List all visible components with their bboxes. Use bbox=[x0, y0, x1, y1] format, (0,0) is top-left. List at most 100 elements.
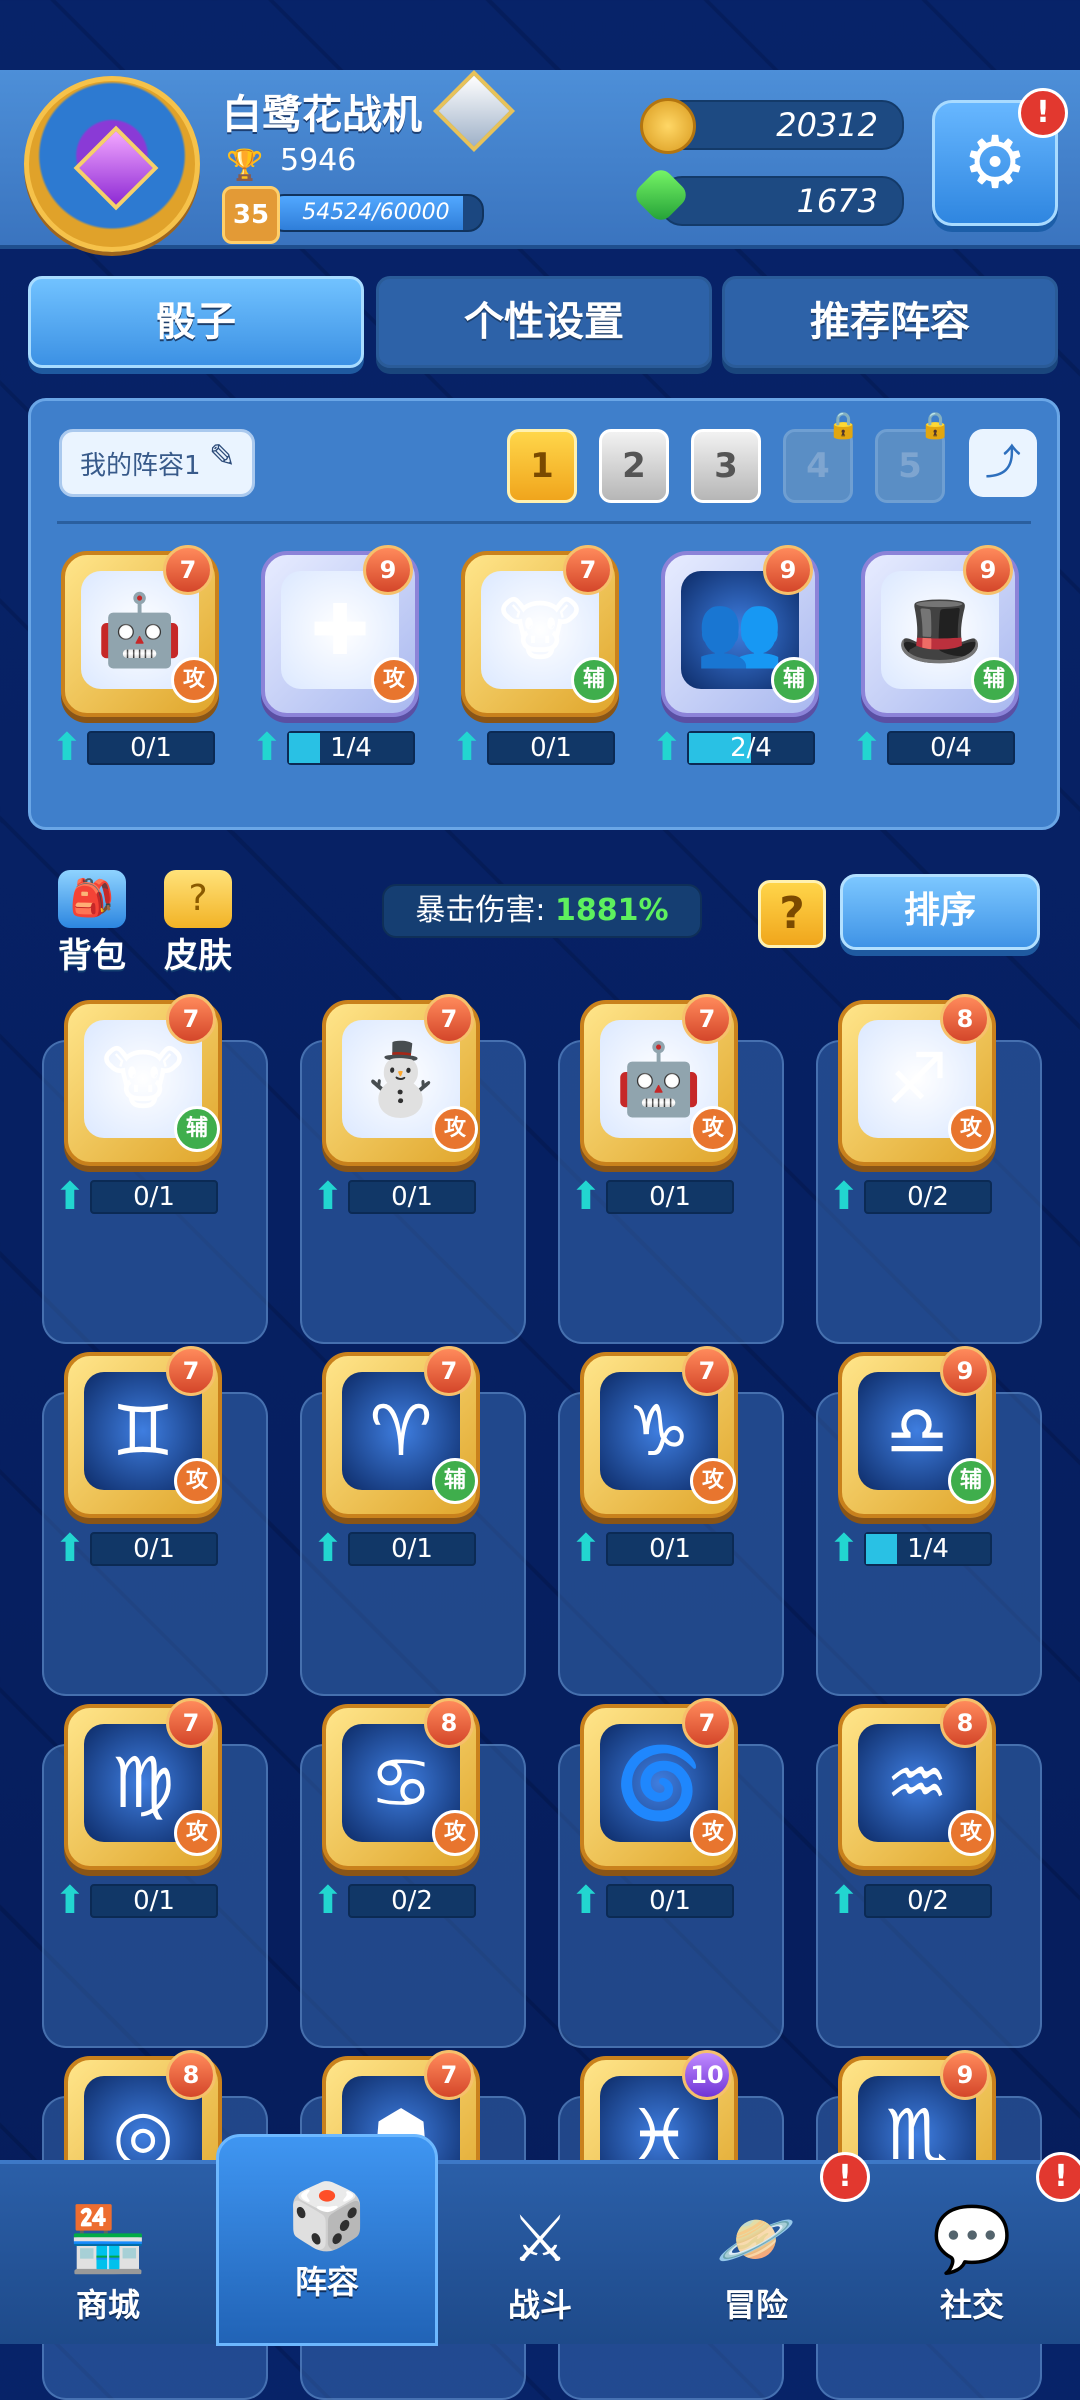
dice-card[interactable]: ✚ 9 攻 ⬆ 1/4 bbox=[251, 545, 419, 769]
deck-panel: 我的阵容1 ✎ 1 2 3 4 🔒 5 🔒 ⤴ 🤖 7 攻 ⬆ 0/1 ✚ 9 攻 ⬆ 1/4 🐮 7… bbox=[28, 398, 1060, 830]
dice-frame: 🎩 9 辅 bbox=[861, 545, 1019, 717]
upgrade-progress-text: 0/1 bbox=[391, 1534, 433, 1564]
dice-card[interactable]: 🤖 7 攻 ⬆ 0/1 bbox=[51, 545, 219, 769]
upgrade-progress-bar: 0/4 bbox=[887, 731, 1015, 765]
dice-level-badge: 7 bbox=[563, 545, 613, 595]
share-button[interactable]: ⤴ bbox=[969, 429, 1037, 497]
dice-card[interactable]: 🎩 9 辅 ⬆ 0/4 bbox=[851, 545, 1019, 769]
upgrade-progress-text: 0/1 bbox=[133, 1886, 175, 1916]
dice-frame: ♑ 7 攻 bbox=[580, 1346, 738, 1518]
dice-card[interactable]: 🐮 7 辅 ⬆ 0/1 bbox=[54, 994, 222, 1218]
dice-card[interactable]: ♒ 8 攻 ⬆ 0/2 bbox=[828, 1698, 996, 1922]
nav-shop[interactable]: 🏪 商城 bbox=[0, 2160, 216, 2340]
gem-amount: 1673 bbox=[796, 182, 878, 220]
dice-level-badge: 7 bbox=[424, 2050, 474, 2100]
upgrade-progress: ⬆ 0/1 bbox=[51, 725, 219, 769]
upgrade-progress-text: 0/1 bbox=[530, 733, 572, 763]
skin-button[interactable]: ? 皮肤 bbox=[158, 870, 238, 976]
upgrade-arrow-icon: ⬆ bbox=[828, 1878, 860, 1922]
upgrade-arrow-icon: ⬆ bbox=[312, 1878, 344, 1922]
dice-frame: ♋ 8 攻 bbox=[322, 1698, 480, 1870]
tab-dice[interactable]: 骰子 bbox=[28, 276, 364, 368]
dice-card[interactable]: 👥 9 辅 ⬆ 2/4 bbox=[651, 545, 819, 769]
upgrade-progress-text: 2/4 bbox=[730, 733, 772, 763]
crit-damage-display: 暴击伤害: 1881% bbox=[382, 884, 702, 938]
upgrade-progress-text: 0/2 bbox=[391, 1886, 433, 1916]
dice-card[interactable]: ♑ 7 攻 ⬆ 0/1 bbox=[570, 1346, 738, 1570]
upgrade-progress-bar: 0/1 bbox=[90, 1532, 218, 1566]
dice-frame: ♊ 7 攻 bbox=[64, 1346, 222, 1518]
upgrade-progress-text: 0/1 bbox=[649, 1534, 691, 1564]
dice-role-badge: 攻 bbox=[171, 657, 217, 703]
upgrade-progress: ⬆ 0/1 bbox=[312, 1174, 480, 1218]
dice-frame: ♒ 8 攻 bbox=[838, 1698, 996, 1870]
dice-card[interactable]: ⛄ 7 攻 ⬆ 0/1 bbox=[312, 994, 480, 1218]
dice-card[interactable]: ♍ 7 攻 ⬆ 0/1 bbox=[54, 1698, 222, 1922]
dice-level-badge: 8 bbox=[940, 994, 990, 1044]
dice-card[interactable]: ♊ 7 攻 ⬆ 0/1 bbox=[54, 1346, 222, 1570]
crit-damage-label: 暴击伤害: bbox=[415, 893, 546, 928]
dice-role-badge: 辅 bbox=[948, 1458, 994, 1504]
help-button[interactable]: ? bbox=[758, 880, 826, 948]
upgrade-progress: ⬆ 0/2 bbox=[828, 1878, 996, 1922]
deck-slot-1[interactable]: 1 bbox=[507, 429, 577, 503]
upgrade-arrow-icon: ⬆ bbox=[251, 725, 283, 769]
upgrade-arrow-icon: ⬆ bbox=[570, 1878, 602, 1922]
upgrade-progress-text: 0/1 bbox=[649, 1182, 691, 1212]
dice-level-badge: 9 bbox=[940, 1346, 990, 1396]
dice-frame: 🤖 7 攻 bbox=[61, 545, 219, 717]
upgrade-progress: ⬆ 0/1 bbox=[54, 1526, 222, 1570]
dice-level-badge: 7 bbox=[682, 994, 732, 1044]
lock-icon: 🔒 bbox=[827, 411, 860, 441]
trophy-icon: 🏆 bbox=[226, 148, 264, 183]
tab-personalize[interactable]: 个性设置 bbox=[376, 276, 712, 368]
upgrade-progress: ⬆ 1/4 bbox=[251, 725, 419, 769]
upgrade-arrow-icon: ⬆ bbox=[54, 1878, 86, 1922]
dice-card[interactable]: 🌀 7 攻 ⬆ 0/1 bbox=[570, 1698, 738, 1922]
dice-card[interactable]: 🤖 7 攻 ⬆ 0/1 bbox=[570, 994, 738, 1218]
xp-progress-bar: 54524/60000 bbox=[268, 194, 484, 232]
dice-role-badge: 攻 bbox=[690, 1810, 736, 1856]
deck-slot-2[interactable]: 2 bbox=[599, 429, 669, 503]
dice-frame: ♎ 9 辅 bbox=[838, 1346, 996, 1518]
nav-label: 社交 bbox=[939, 2286, 1004, 2324]
upgrade-progress-bar: 0/1 bbox=[348, 1180, 476, 1214]
dice-role-badge: 攻 bbox=[948, 1106, 994, 1152]
dice-level-badge: 9 bbox=[363, 545, 413, 595]
dice-card[interactable]: ♈ 7 辅 ⬆ 0/1 bbox=[312, 1346, 480, 1570]
dice-card[interactable]: ♐ 8 攻 ⬆ 0/2 bbox=[828, 994, 996, 1218]
upgrade-progress-text: 1/4 bbox=[330, 733, 372, 763]
dice-role-badge: 攻 bbox=[174, 1458, 220, 1504]
dice-level-badge: 10 bbox=[682, 2050, 732, 2100]
upgrade-progress: ⬆ 0/2 bbox=[312, 1878, 480, 1922]
deck-slot-3[interactable]: 3 bbox=[691, 429, 761, 503]
nav-crossed-swords[interactable]: ⚔ 战斗 bbox=[432, 2160, 648, 2340]
dice-card[interactable]: 🐮 7 辅 ⬆ 0/1 bbox=[451, 545, 619, 769]
share-icon: ⤴ bbox=[984, 442, 1021, 483]
upgrade-progress-bar: 0/2 bbox=[864, 1884, 992, 1918]
dice-card[interactable]: ♋ 8 攻 ⬆ 0/2 bbox=[312, 1698, 480, 1922]
upgrade-arrow-icon: ⬆ bbox=[54, 1526, 86, 1570]
deck-divider bbox=[57, 521, 1031, 524]
nav-dice[interactable]: 🎲 阵容 bbox=[216, 2134, 438, 2346]
upgrade-progress: ⬆ 0/1 bbox=[570, 1526, 738, 1570]
upgrade-progress-bar: 0/1 bbox=[348, 1532, 476, 1566]
backpack-button[interactable]: 🎒 背包 bbox=[52, 870, 132, 976]
settings-alert-icon: ! bbox=[1018, 88, 1068, 138]
gear-icon: ⚙ bbox=[962, 120, 1028, 204]
dice-card[interactable]: ♎ 9 辅 ⬆ 1/4 bbox=[828, 1346, 996, 1570]
upgrade-progress: ⬆ 0/1 bbox=[54, 1174, 222, 1218]
sort-button[interactable]: 排序 bbox=[840, 874, 1040, 950]
player-avatar[interactable] bbox=[24, 76, 200, 252]
pencil-edit-icon[interactable]: ✎ bbox=[209, 437, 236, 475]
gold-counter: 20312 bbox=[660, 100, 904, 150]
upgrade-progress-bar: 2/4 bbox=[687, 731, 815, 765]
upgrade-arrow-icon: ⬆ bbox=[51, 725, 83, 769]
dice-level-badge: 8 bbox=[424, 1698, 474, 1748]
dice-level-badge: 7 bbox=[424, 994, 474, 1044]
planet-icon: 🪐 bbox=[716, 2203, 796, 2277]
upgrade-progress-text: 0/4 bbox=[930, 733, 972, 763]
gold-coin-add-icon[interactable] bbox=[640, 98, 696, 154]
nav-label: 战斗 bbox=[507, 2286, 572, 2324]
tab-recommended-lineup[interactable]: 推荐阵容 bbox=[722, 276, 1058, 368]
